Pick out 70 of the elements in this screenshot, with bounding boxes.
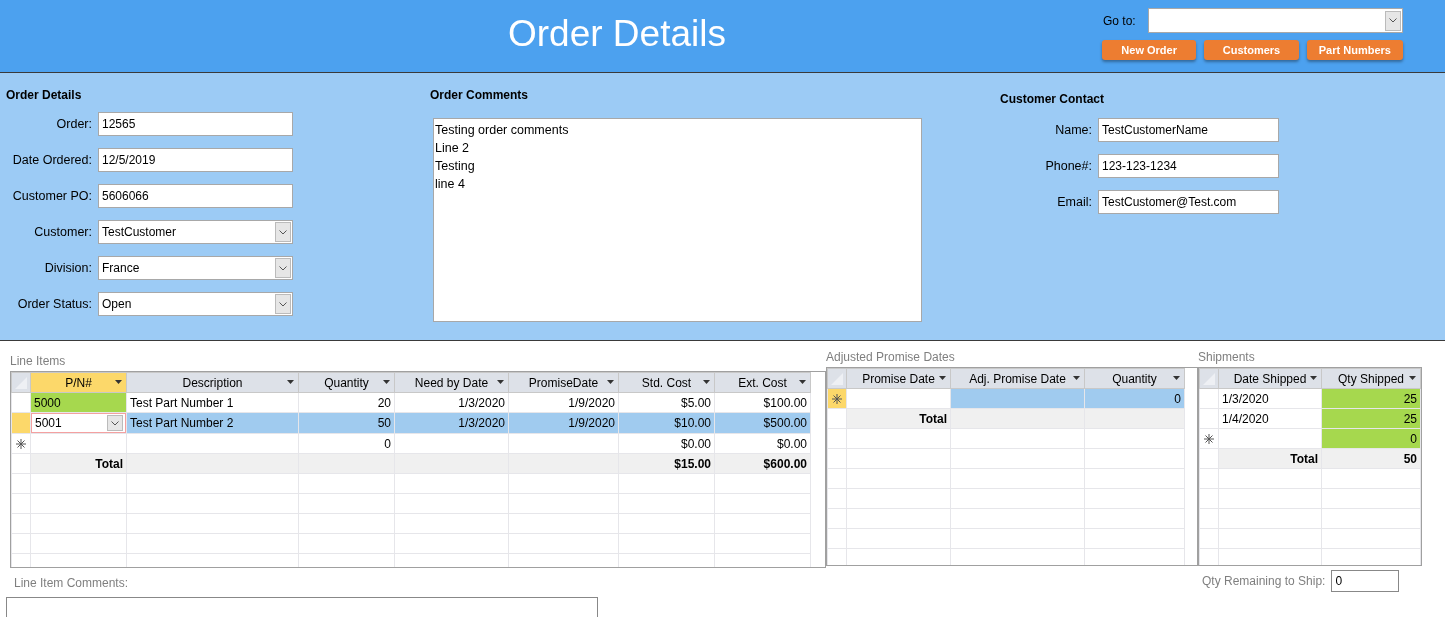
field-label: Division: (43, 259, 93, 277)
section-heading: Order Details (6, 87, 83, 104)
table-cell: 20 (298, 392, 395, 413)
table-cell: 1/3/2020 (394, 392, 509, 413)
field-label: Date Ordered: (11, 151, 93, 169)
subform-title: Shipments (1198, 350, 1256, 364)
table-cell: $0.00 (714, 433, 811, 454)
field-label: Customer PO: (11, 187, 93, 205)
input-field[interactable]: 123-123-1234 (1098, 154, 1279, 178)
combo-box[interactable]: TestCustomer (98, 220, 293, 244)
goto-label: Go to: (1103, 12, 1137, 30)
column-header[interactable]: Adj. Promise Date (950, 368, 1085, 389)
column-header[interactable]: Date Shipped (1218, 368, 1322, 389)
table-cell: 1/9/2020 (508, 392, 619, 413)
caret-icon[interactable] (799, 380, 806, 384)
input-field[interactable]: 5606066 (98, 184, 293, 208)
caret-icon[interactable] (1073, 376, 1080, 380)
column-header[interactable]: Need by Date (394, 372, 509, 393)
caret-icon[interactable] (607, 380, 614, 384)
field-label: Phone#: (1044, 157, 1093, 175)
subform-title: Line Items (10, 354, 67, 368)
column-header[interactable]: P/N# (30, 372, 127, 393)
caret-icon[interactable] (703, 380, 710, 384)
combo-box[interactable]: 5001 (31, 413, 126, 433)
input-field[interactable]: TestCustomer@Test.com (1098, 190, 1279, 214)
caret-icon[interactable] (287, 380, 294, 384)
caret-icon[interactable] (1173, 376, 1180, 380)
column-header[interactable]: Quantity (298, 372, 395, 393)
form-title: Order Details (508, 14, 726, 55)
input-field[interactable]: 12/5/2019 (98, 148, 293, 172)
table-cell: 0 (298, 433, 395, 454)
input-field[interactable]: 12565 (98, 112, 293, 136)
field-label: Order Status: (16, 295, 93, 313)
table-cell: 1/4/2020 (1218, 408, 1322, 429)
field-label: Qty Remaining to Ship: (1202, 574, 1326, 588)
caret-icon[interactable] (383, 380, 390, 384)
section-heading: Order Comments (430, 87, 530, 104)
column-header[interactable]: Quantity (1084, 368, 1185, 389)
table-cell: Test Part Number 1 (126, 392, 299, 413)
table-cell: $0.00 (618, 433, 715, 454)
caret-icon[interactable] (1310, 376, 1317, 380)
field-label: Customer: (33, 223, 93, 241)
column-header[interactable]: Promise Date (846, 368, 951, 389)
field-label: Name: (1054, 121, 1093, 139)
new-record-icon (16, 438, 26, 449)
table-cell: 1/3/2020 (1218, 388, 1322, 409)
input-field[interactable] (6, 596, 598, 617)
subform-title: Adjusted Promise Dates (826, 350, 956, 364)
column-header[interactable]: Description (126, 372, 299, 393)
table-cell: $100.00 (714, 392, 811, 413)
combo-box[interactable]: France (98, 256, 293, 280)
caret-icon[interactable] (939, 376, 946, 380)
column-header[interactable]: Std. Cost (618, 372, 715, 393)
combo-box[interactable]: Open (98, 292, 293, 316)
column-header[interactable]: Qty Shipped (1321, 368, 1421, 389)
field-label: Line Item Comments: (14, 576, 129, 590)
field-label: Email: (1056, 193, 1093, 211)
column-header[interactable]: PromiseDate (508, 372, 619, 393)
new-record-icon (1204, 433, 1214, 444)
caret-icon[interactable] (1409, 376, 1416, 380)
column-header[interactable]: Ext. Cost (714, 372, 811, 393)
input-field[interactable]: TestCustomerName (1098, 118, 1279, 142)
comments-text-area[interactable]: Testing order comments Line 2 Testing line 4 (433, 118, 922, 322)
caret-icon[interactable] (497, 380, 504, 384)
input-field[interactable]: 0 (1331, 570, 1400, 592)
field-label: Order: (55, 115, 93, 133)
section-heading: Customer Contact (1000, 91, 1105, 108)
new-record-icon (832, 393, 842, 404)
table-cell: $5.00 (618, 392, 715, 413)
caret-icon[interactable] (115, 380, 122, 384)
